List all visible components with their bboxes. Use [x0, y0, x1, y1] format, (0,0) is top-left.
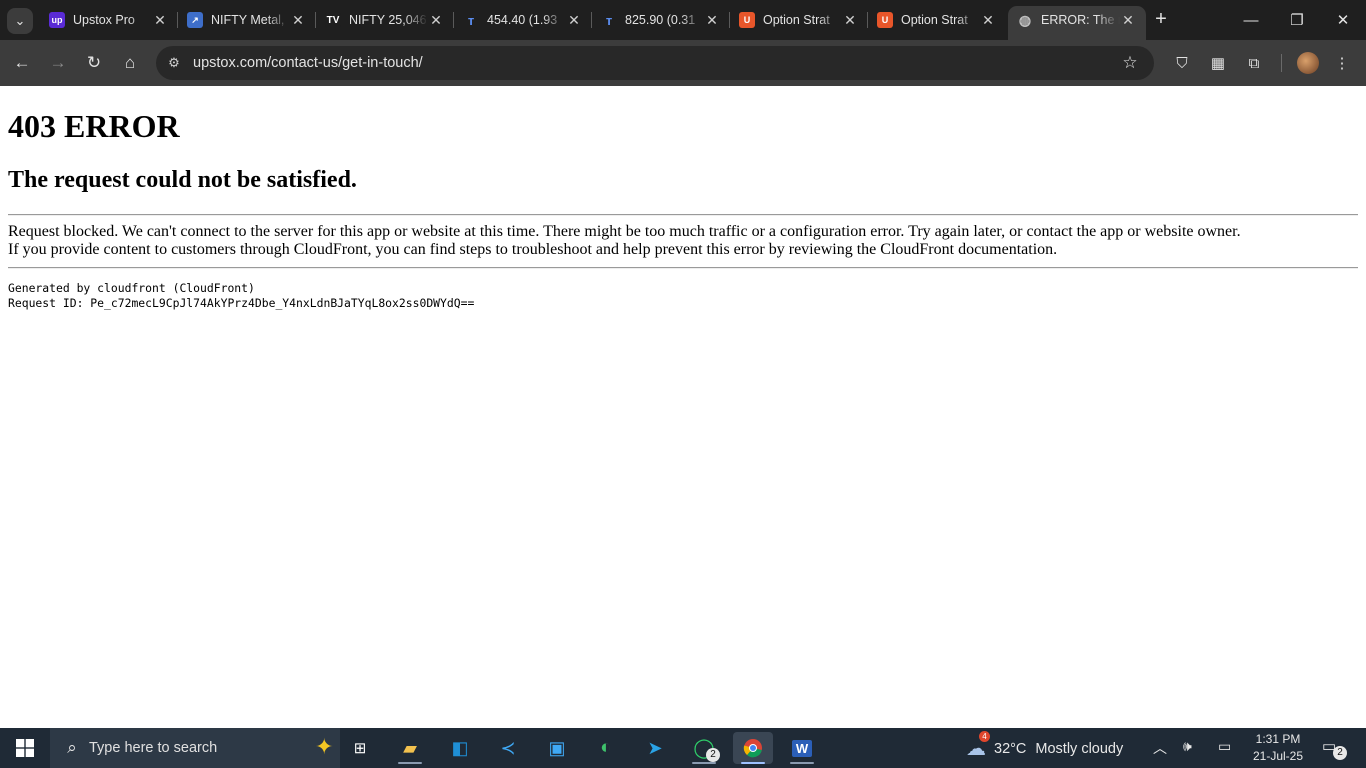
- volume-icon[interactable]: 🕪: [1183, 738, 1192, 755]
- option-strat-icon: U: [739, 12, 755, 28]
- globe-icon: ◍: [1018, 11, 1032, 28]
- profile-avatar[interactable]: [1297, 52, 1319, 74]
- error-subheading: The request could not be satisfied.: [8, 167, 357, 193]
- tab-nifty-index[interactable]: TV NIFTY 25,046 ✕: [316, 6, 454, 34]
- url-text[interactable]: upstox.com/contact-us/get-in-touch/: [193, 55, 1118, 71]
- extensions-puzzle-icon[interactable]: ⧉: [1242, 51, 1266, 75]
- clock-time: 1:31 PM: [1255, 732, 1301, 746]
- system-clock[interactable]: 1:31 PM 21-Jul-25: [1248, 731, 1308, 765]
- vscode-icon[interactable]: ≺: [488, 732, 528, 764]
- notification-count: 2: [1333, 746, 1347, 760]
- restore-icon[interactable]: ❐: [1274, 0, 1320, 40]
- tab-option-strat-1[interactable]: U Option Strat ✕: [730, 6, 868, 34]
- close-icon[interactable]: ✕: [980, 12, 996, 29]
- tab-option-strat-2[interactable]: U Option Strat ✕: [868, 6, 1006, 34]
- reload-icon[interactable]: ↻: [80, 49, 108, 77]
- tab-title: Upstox Pro: [73, 13, 135, 27]
- chrome-icon[interactable]: [733, 732, 773, 764]
- whatsapp-badge: 2: [706, 748, 720, 762]
- request-id-text: Request ID: Pe_c72mecL9CpJl74AkYPrz4Dbe_…: [8, 296, 475, 310]
- file-explorer-icon[interactable]: ▰: [390, 732, 430, 764]
- tab-ticker-2[interactable]: ᴛ 825.90 (0.31 ✕: [592, 6, 730, 34]
- option-strat-icon: U: [877, 12, 893, 28]
- ticker-icon: ᴛ: [605, 12, 613, 28]
- whatsapp-icon[interactable]: ◯ 2: [684, 732, 724, 764]
- page-content: 403 ERROR The request could not be satis…: [0, 86, 1366, 728]
- taskbar-search[interactable]: ⌕ Type here to search ✦: [50, 728, 340, 768]
- error-message: Request blocked. We can't connect to the…: [8, 223, 1241, 259]
- error-heading: 403 ERROR: [8, 108, 180, 144]
- tradingview-icon: TV: [325, 12, 341, 28]
- address-bar[interactable]: ⚙ upstox.com/contact-us/get-in-touch/ ☆: [156, 46, 1154, 80]
- tab-title: NIFTY Metal,: [211, 13, 285, 27]
- tab-strip: ⌄ up Upstox Pro ✕ ↗ NIFTY Metal, ✕ TV NI…: [0, 0, 1366, 40]
- more-menu-icon[interactable]: ⋮: [1330, 51, 1354, 75]
- copilot-sparkle-icon[interactable]: ✦: [315, 734, 333, 760]
- tab-ticker-1[interactable]: ᴛ 454.40 (1.93 ✕: [454, 6, 592, 34]
- word-icon[interactable]: W: [782, 732, 822, 764]
- edge-icon[interactable]: ◐: [586, 732, 626, 764]
- windows-start-icon[interactable]: [6, 732, 44, 764]
- tab-title: 454.40 (1.93: [487, 13, 558, 27]
- word-glyph: W: [791, 739, 813, 757]
- store-icon[interactable]: ▣: [537, 732, 577, 764]
- tab-title: 825.90 (0.31: [625, 13, 696, 27]
- toolbar-separator: [1281, 54, 1282, 72]
- clock-date: 21-Jul-25: [1252, 749, 1304, 763]
- tab-title: ERROR: The r: [1041, 13, 1120, 27]
- back-arrow-icon[interactable]: ←: [8, 49, 36, 77]
- outlook-icon[interactable]: ◧: [440, 732, 480, 764]
- close-icon[interactable]: ✕: [704, 12, 720, 29]
- weather-desc: Mostly cloudy: [1035, 740, 1124, 757]
- tab-nifty-metal[interactable]: ↗ NIFTY Metal, ✕: [178, 6, 316, 34]
- tab-upstox-pro[interactable]: up Upstox Pro ✕: [40, 6, 178, 34]
- minimize-icon[interactable]: —: [1228, 0, 1274, 40]
- ticker-icon: ᴛ: [467, 12, 475, 28]
- search-icon: ⌕: [67, 738, 77, 757]
- error-message-line-2: If you provide content to customers thro…: [8, 241, 1058, 258]
- extension-shield-icon[interactable]: ⛉: [1170, 51, 1194, 75]
- weather-temp: 32°C: [994, 740, 1027, 757]
- weather-widget[interactable]: ☁ 4 32°C Mostly cloudy: [966, 731, 1124, 761]
- home-icon[interactable]: ⌂: [116, 49, 144, 77]
- upstox-icon: up: [49, 12, 65, 28]
- divider: [8, 267, 1358, 269]
- running-indicator: [790, 762, 814, 764]
- generated-by-text: Generated by cloudfront (CloudFront): [8, 281, 255, 295]
- browser-toolbar: ← → ↻ ⌂ ⚙ upstox.com/contact-us/get-in-t…: [0, 40, 1366, 86]
- tab-error-active[interactable]: ◍ ERROR: The r ✕: [1008, 6, 1146, 40]
- close-icon[interactable]: ✕: [290, 12, 306, 29]
- tab-search-chevron-icon[interactable]: ⌄: [7, 8, 33, 34]
- task-view-icon[interactable]: ⊞: [340, 732, 380, 764]
- windows-taskbar: ⌕ Type here to search ✦ ⊞ ▰ ◧ ≺ ▣ ◐ ➤ ◯ 2…: [0, 728, 1366, 768]
- tab-title: Option Strat: [901, 13, 968, 27]
- tab-title: Option Strat: [763, 13, 830, 27]
- close-icon[interactable]: ✕: [566, 12, 582, 29]
- tray-chevron-up-icon[interactable]: ︿: [1153, 738, 1167, 758]
- close-icon[interactable]: ✕: [842, 12, 858, 29]
- network-icon[interactable]: ▭: [1218, 738, 1231, 755]
- running-indicator: [398, 762, 422, 764]
- forward-arrow-icon[interactable]: →: [44, 49, 72, 77]
- cloud-icon: ☁ 4: [966, 731, 990, 761]
- telegram-icon[interactable]: ➤: [635, 732, 675, 764]
- error-message-line-1: Request blocked. We can't connect to the…: [8, 223, 1241, 240]
- bookmark-star-icon[interactable]: ☆: [1118, 53, 1142, 73]
- running-indicator: [741, 762, 765, 764]
- tab-title: NIFTY 25,046: [349, 13, 427, 27]
- search-placeholder: Type here to search: [89, 740, 218, 756]
- weather-badge: 4: [979, 731, 990, 742]
- window-close-icon[interactable]: ✕: [1320, 0, 1366, 40]
- site-info-icon[interactable]: ⚙: [164, 53, 184, 73]
- running-indicator: [692, 762, 716, 764]
- close-icon[interactable]: ✕: [428, 12, 444, 29]
- nifty-icon: ↗: [187, 12, 203, 28]
- new-tab-plus-icon[interactable]: +: [1150, 9, 1172, 31]
- divider: [8, 214, 1358, 216]
- error-details: Generated by cloudfront (CloudFront) Requ…: [8, 281, 474, 311]
- close-icon[interactable]: ✕: [152, 12, 168, 29]
- notifications-icon[interactable]: ▭ 2: [1322, 737, 1347, 760]
- extension-grid-icon[interactable]: ▦: [1206, 51, 1230, 75]
- close-icon[interactable]: ✕: [1120, 12, 1136, 29]
